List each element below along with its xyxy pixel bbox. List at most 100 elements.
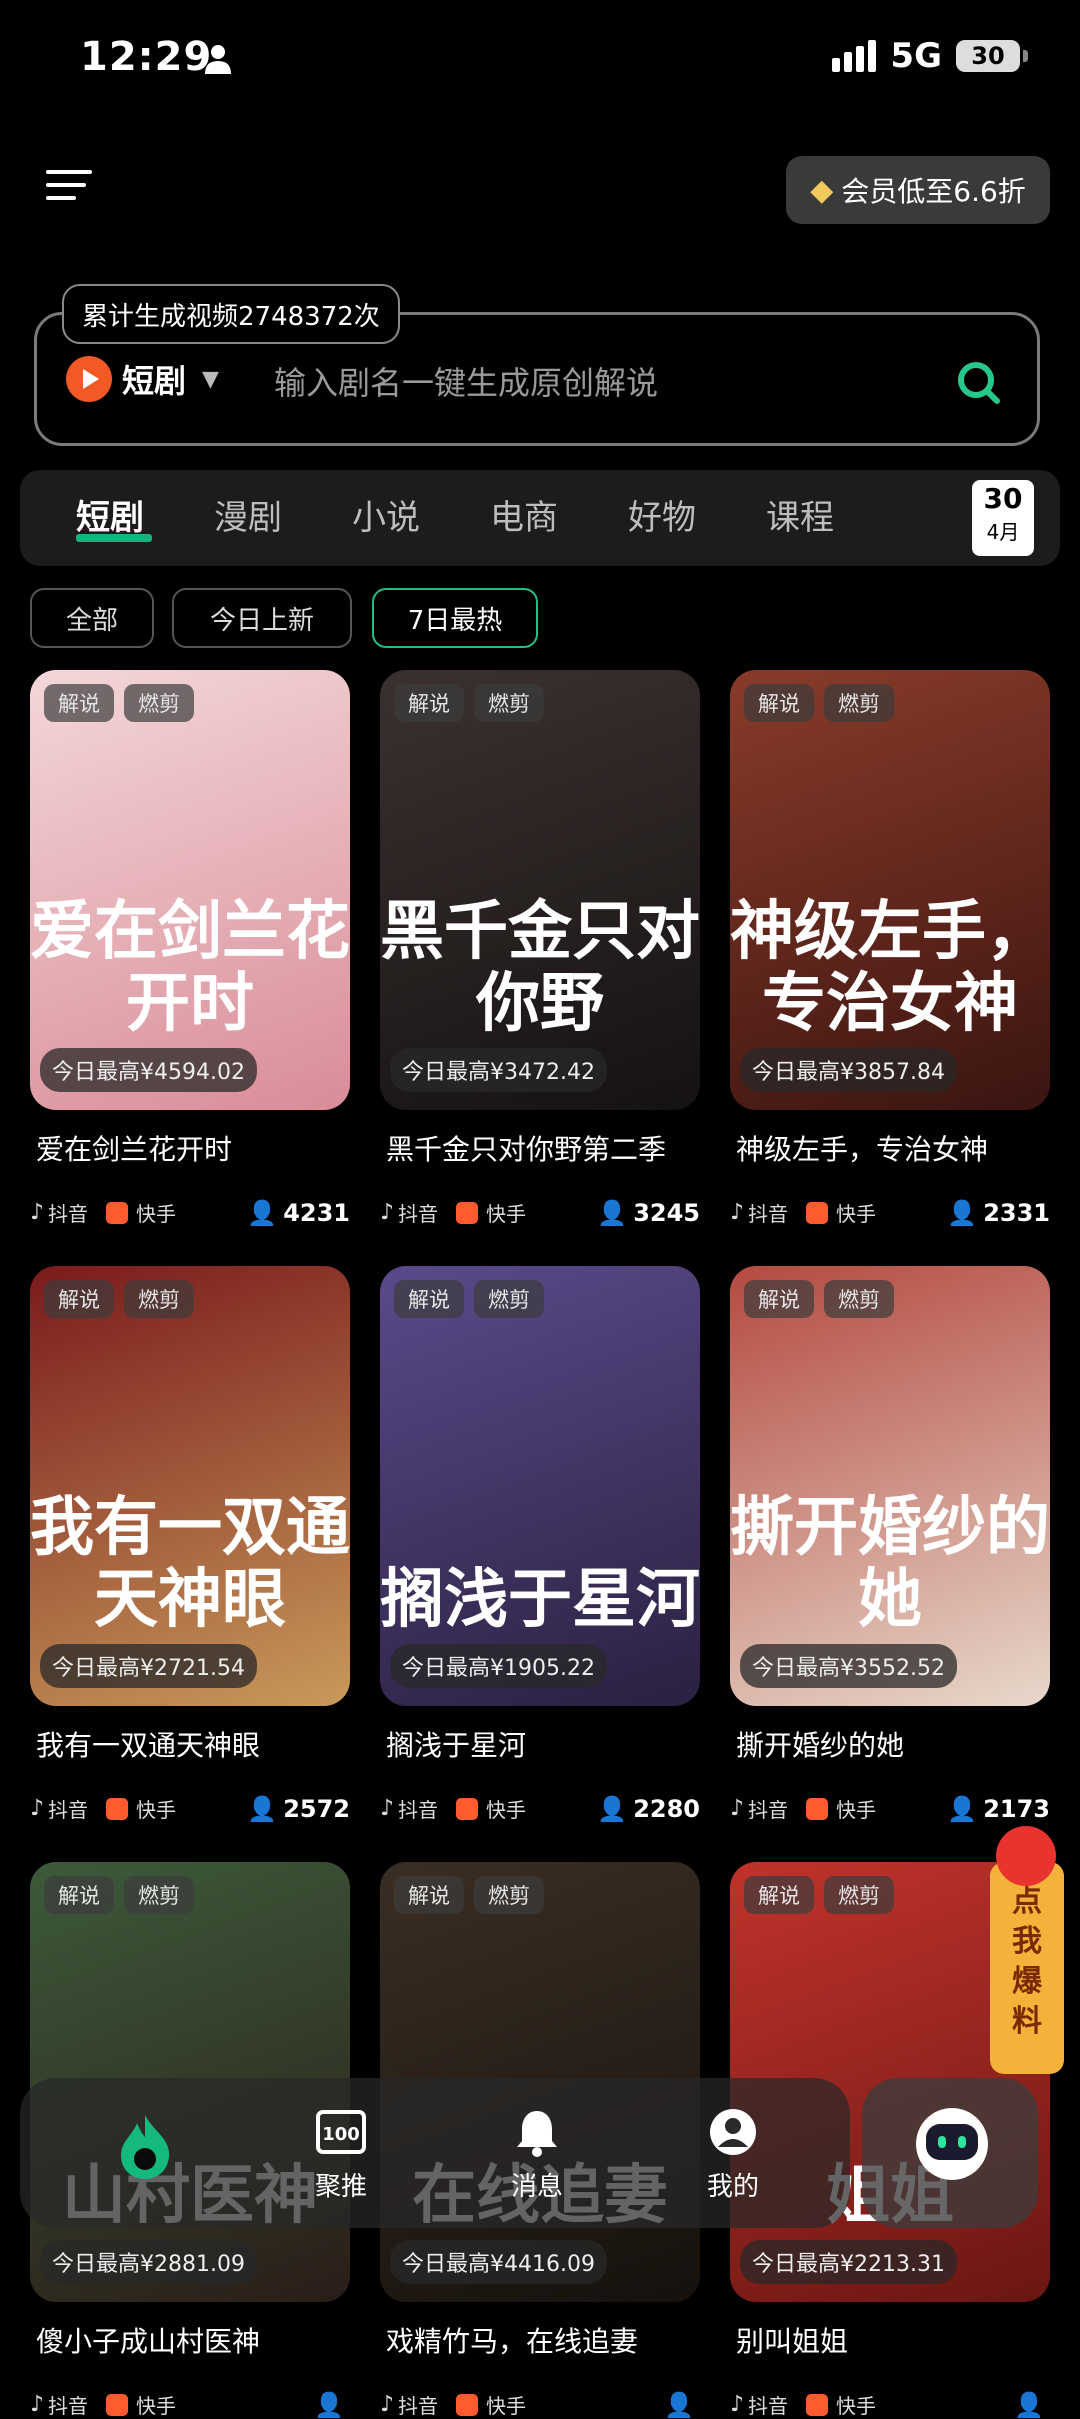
poster-title: 我有一双通天神眼	[30, 1490, 350, 1637]
user-count: 👤 3245	[597, 1199, 700, 1227]
drama-card[interactable]: 解说 燃剪 撕开婚纱的她 今日最高¥3552.52 撕开婚纱的她 ♪ 抖音 快手…	[730, 1266, 1050, 1823]
category-dropdown[interactable]: 短剧 ▼	[66, 356, 219, 402]
bell-icon	[482, 2104, 592, 2160]
nav-push-label: 聚推	[314, 2172, 367, 2202]
user-count-value: 3245	[633, 1198, 700, 1227]
chevron-down-icon: ▼	[202, 366, 219, 392]
poster-image[interactable]: 解说 燃剪 神级左手，专治女神 今日最高¥3857.84	[730, 670, 1050, 1110]
status-time: 12:29	[80, 34, 213, 80]
users-icon: 👤	[947, 1794, 978, 1823]
status-indicators: 5G 30	[832, 36, 1028, 76]
tab-ecommerce[interactable]: 电商	[490, 490, 558, 539]
kuaishou-icon	[456, 1201, 479, 1224]
poster-image[interactable]: 解说 燃剪 搁浅于星河 今日最高¥1905.22	[380, 1266, 700, 1706]
calendar-button[interactable]: 30 4月	[972, 480, 1034, 556]
tab-course[interactable]: 课程	[766, 490, 834, 539]
price-badge: 今日最高¥3552.52	[740, 1644, 957, 1688]
card-title: 我有一双通天神眼	[36, 1729, 261, 1762]
price-badge: 今日最高¥2721.54	[40, 1644, 257, 1688]
card-meta: ♪ 抖音 快手 👤 2331	[730, 1198, 1050, 1227]
diamond-icon: ◆	[810, 172, 834, 208]
nav-push[interactable]: 100 聚推	[286, 2104, 396, 2203]
promo-button[interactable]: 点我爆料	[990, 1862, 1064, 2074]
users-icon: 👤	[664, 2390, 694, 2419]
user-count: 👤 2280	[597, 1795, 700, 1823]
generated-counter: 累计生成视频2748372次	[62, 284, 400, 344]
tab-comic-drama[interactable]: 漫剧	[214, 490, 282, 539]
drama-card[interactable]: 解说 燃剪 黑千金只对你野 今日最高¥3472.42 黑千金只对你野第二季 ♪ …	[380, 670, 700, 1227]
kuaishou-icon	[806, 2393, 829, 2416]
user-count: 👤	[664, 2391, 700, 2419]
drama-card[interactable]: 解说 燃剪 爱在剑兰花开时 今日最高¥4594.02 爱在剑兰花开时 ♪ 抖音 …	[30, 670, 350, 1227]
filter-hot-7days[interactable]: 7日最热	[372, 588, 538, 648]
poster-title: 黑千金只对你野	[380, 894, 700, 1041]
tag-commentary: 解说	[44, 1280, 114, 1318]
poster-image[interactable]: 解说 燃剪 黑千金只对你野 今日最高¥3472.42	[380, 670, 700, 1110]
users-icon: 👤	[597, 1198, 628, 1227]
card-meta: ♪ 抖音 快手 👤 2572	[30, 1794, 350, 1823]
poster-image[interactable]: 解说 燃剪 我有一双通天神眼 今日最高¥2721.54	[30, 1266, 350, 1706]
tab-novel[interactable]: 小说	[352, 490, 420, 539]
play-logo-icon	[66, 356, 112, 402]
kuaishou-icon	[106, 1797, 129, 1820]
tag-commentary: 解说	[44, 1876, 114, 1914]
douyin-icon: ♪	[380, 1200, 395, 1225]
tag-commentary: 解说	[394, 684, 464, 722]
users-icon: 👤	[947, 1198, 978, 1227]
douyin-icon: ♪	[380, 2392, 395, 2417]
kuaishou-icon	[456, 2393, 479, 2416]
drama-card[interactable]: 解说 燃剪 搁浅于星河 今日最高¥1905.22 搁浅于星河 ♪ 抖音 快手 👤…	[380, 1266, 700, 1823]
search-icon[interactable]	[954, 358, 1002, 406]
card-title: 神级左手，专治女神	[736, 1133, 989, 1166]
signal-icon	[832, 40, 877, 72]
tab-goods[interactable]: 好物	[628, 490, 696, 539]
poster-title: 爱在剑兰花开时	[30, 894, 350, 1041]
card-title: 撕开婚纱的她	[736, 1729, 905, 1762]
douyin-icon: ♪	[30, 1200, 45, 1225]
platform-kuaishou: 快手	[136, 1202, 177, 1226]
card-meta: ♪ 抖音 快手 👤 4231	[30, 1198, 350, 1227]
tag-edit: 燃剪	[124, 1876, 194, 1914]
card-meta: ♪ 抖音 快手 👤	[380, 2390, 700, 2419]
platform-kuaishou: 快手	[836, 1798, 877, 1822]
douyin-icon: ♪	[30, 1796, 45, 1821]
menu-button[interactable]	[46, 170, 96, 206]
flame-logo-icon	[90, 2115, 200, 2179]
kuaishou-icon	[806, 1797, 829, 1820]
filter-all[interactable]: 全部	[30, 588, 154, 648]
robot-eyes-icon	[938, 2136, 966, 2148]
svg-text:100: 100	[322, 2124, 360, 2145]
poster-image[interactable]: 解说 燃剪 爱在剑兰花开时 今日最高¥4594.02	[30, 670, 350, 1110]
nav-messages[interactable]: 消息	[482, 2104, 592, 2203]
platform-douyin: 抖音	[48, 2394, 89, 2418]
poster-image[interactable]: 解说 燃剪 撕开婚纱的她 今日最高¥3552.52	[730, 1266, 1050, 1706]
person-icon	[205, 45, 231, 74]
search-input[interactable]: 输入剧名一键生成原创解说	[274, 358, 658, 404]
user-count-value: 2173	[983, 1794, 1050, 1823]
platform-douyin: 抖音	[48, 1798, 89, 1822]
card-title: 搁浅于星河	[386, 1729, 527, 1762]
kuaishou-icon	[106, 1201, 129, 1224]
tab-short-drama[interactable]: 短剧	[76, 490, 144, 539]
tag-edit: 燃剪	[474, 1876, 544, 1914]
drama-card[interactable]: 解说 燃剪 我有一双通天神眼 今日最高¥2721.54 我有一双通天神眼 ♪ 抖…	[30, 1266, 350, 1823]
douyin-icon: ♪	[30, 2392, 45, 2417]
douyin-icon: ♪	[730, 1796, 745, 1821]
platform-douyin: 抖音	[398, 1202, 439, 1226]
price-badge: 今日最高¥2881.09	[40, 2240, 257, 2284]
douyin-icon: ♪	[380, 1796, 395, 1821]
calendar-day: 30	[983, 482, 1023, 515]
platform-douyin: 抖音	[398, 2394, 439, 2418]
filter-new-today[interactable]: 今日上新	[172, 588, 352, 648]
user-count: 👤 4231	[247, 1199, 350, 1227]
card-meta: ♪ 抖音 快手 👤 2173	[730, 1794, 1050, 1823]
nav-home[interactable]	[90, 2115, 200, 2180]
kuaishou-icon	[806, 1201, 829, 1224]
kuaishou-icon	[456, 1797, 479, 1820]
network-type: 5G	[890, 36, 942, 76]
nav-mine[interactable]: 我的	[678, 2104, 788, 2203]
drama-card[interactable]: 解说 燃剪 神级左手，专治女神 今日最高¥3857.84 神级左手，专治女神 ♪…	[730, 670, 1050, 1227]
platform-douyin: 抖音	[748, 1798, 789, 1822]
kuaishou-icon	[106, 2393, 129, 2416]
vip-button[interactable]: ◆ 会员低至6.6折	[786, 156, 1050, 224]
